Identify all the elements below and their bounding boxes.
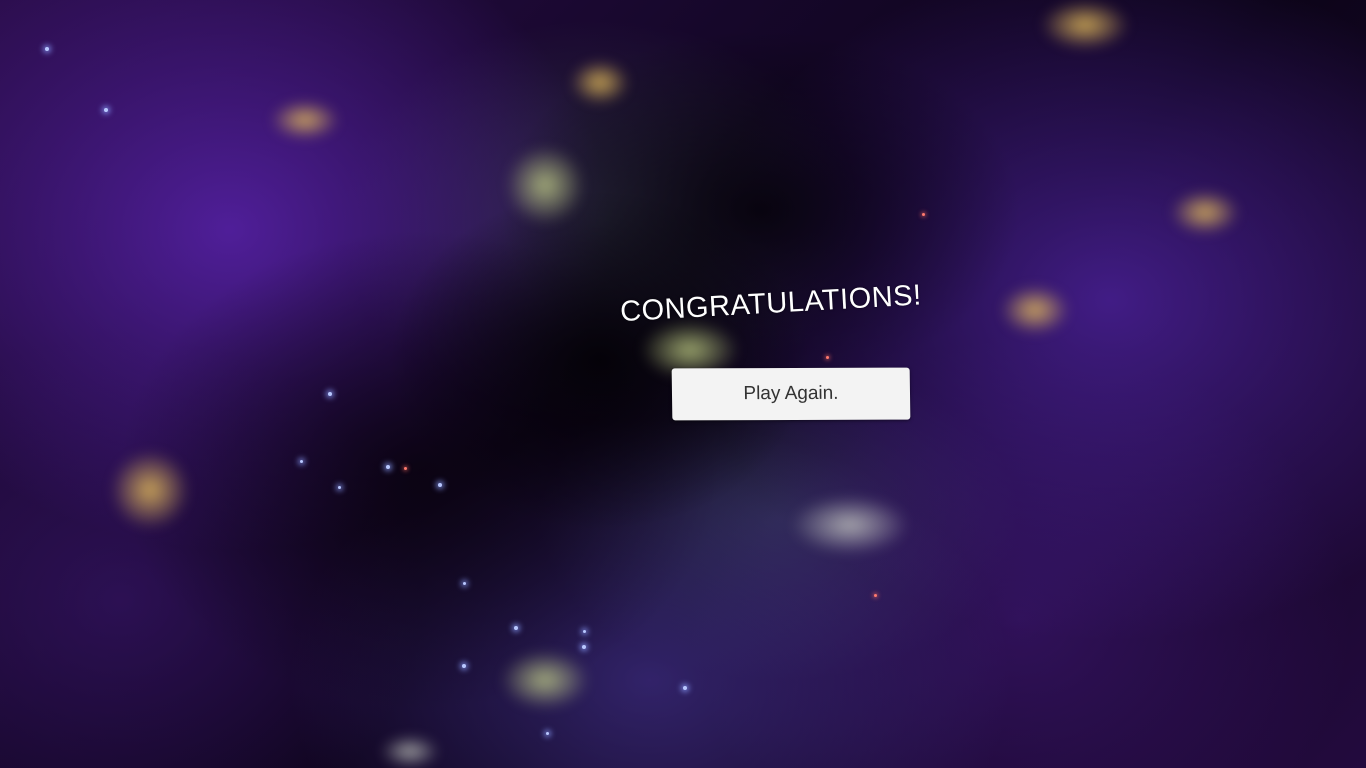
congratulations-title: CONGRATULATIONS! <box>619 279 923 329</box>
star <box>300 460 303 463</box>
star <box>874 594 877 597</box>
nebula-wisp <box>110 450 190 530</box>
star <box>683 686 687 690</box>
nebula-wisp <box>505 145 585 225</box>
play-again-button[interactable]: Play Again. <box>671 367 911 421</box>
star <box>45 47 49 51</box>
play-again-label: Play Again. <box>743 382 839 405</box>
star <box>546 732 549 735</box>
star <box>514 626 518 630</box>
star <box>583 630 586 633</box>
star <box>338 486 341 489</box>
star <box>582 645 586 649</box>
star <box>404 467 407 470</box>
nebula-wisp <box>500 650 590 710</box>
star <box>462 664 466 668</box>
nebula-wisp <box>270 100 340 140</box>
star <box>463 582 466 585</box>
nebula-wisp <box>1040 0 1130 50</box>
star <box>922 213 925 216</box>
star <box>826 356 829 359</box>
nebula-wisp <box>1170 190 1240 235</box>
nebula-wisp <box>380 735 440 768</box>
nebula-wisp <box>570 60 630 105</box>
nebula-wisp <box>790 495 910 555</box>
star <box>438 483 442 487</box>
nebula-wisp <box>1000 285 1070 335</box>
star <box>386 465 390 469</box>
star <box>104 108 108 112</box>
star <box>328 392 332 396</box>
space-nebula-background: CONGRATULATIONS! Play Again. <box>0 0 1366 768</box>
